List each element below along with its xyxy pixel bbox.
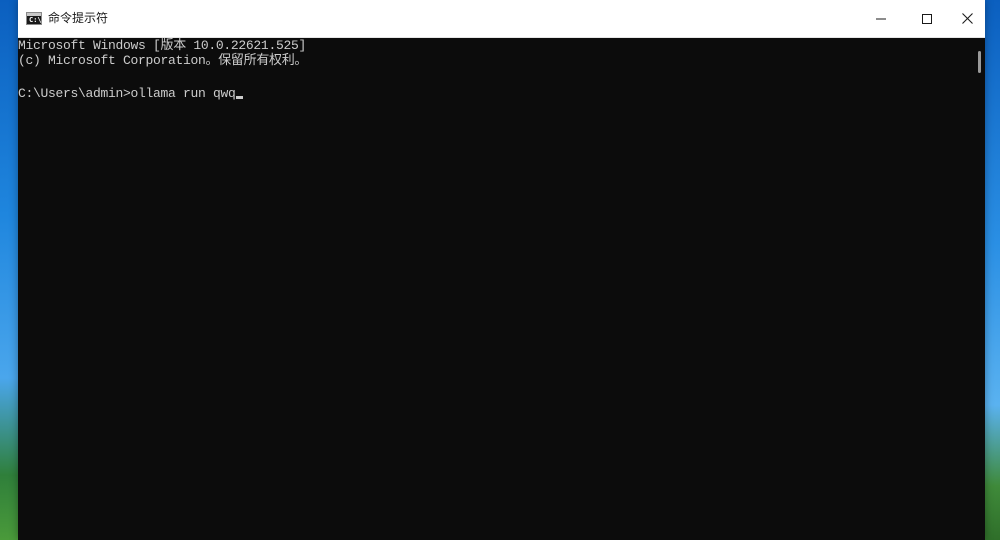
minimize-button[interactable] bbox=[858, 0, 904, 37]
console-line-copyright: (c) Microsoft Corporation。保留所有权利。 bbox=[18, 53, 308, 68]
desktop-background-left bbox=[0, 0, 18, 540]
close-button[interactable] bbox=[949, 0, 985, 37]
console-input-line[interactable]: C:\Users\admin>ollama run qwq bbox=[18, 86, 243, 102]
console-line-version: Microsoft Windows [版本 10.0.22621.525] bbox=[18, 38, 306, 53]
cmd-icon-glyph: C:\ bbox=[29, 16, 42, 24]
cmd-icon[interactable]: C:\ bbox=[26, 12, 42, 25]
console-command[interactable]: ollama run qwq bbox=[131, 86, 236, 101]
title-bar[interactable]: C:\ 命令提示符 bbox=[18, 0, 985, 38]
close-icon bbox=[961, 13, 973, 24]
minimize-icon bbox=[876, 14, 886, 24]
vertical-scrollbar[interactable] bbox=[974, 38, 985, 540]
window-title: 命令提示符 bbox=[48, 11, 109, 25]
console-prompt: C:\Users\admin> bbox=[18, 86, 131, 101]
maximize-button[interactable] bbox=[904, 0, 950, 37]
text-cursor bbox=[235, 96, 243, 99]
maximize-icon bbox=[922, 13, 932, 24]
command-prompt-window[interactable]: C:\ 命令提示符 Microsoft Windows [版本 10.0.226… bbox=[18, 0, 985, 540]
scrollbar-thumb[interactable] bbox=[978, 51, 981, 73]
desktop-background-right bbox=[985, 0, 1000, 540]
console-output[interactable]: Microsoft Windows [版本 10.0.22621.525] (c… bbox=[18, 38, 974, 540]
